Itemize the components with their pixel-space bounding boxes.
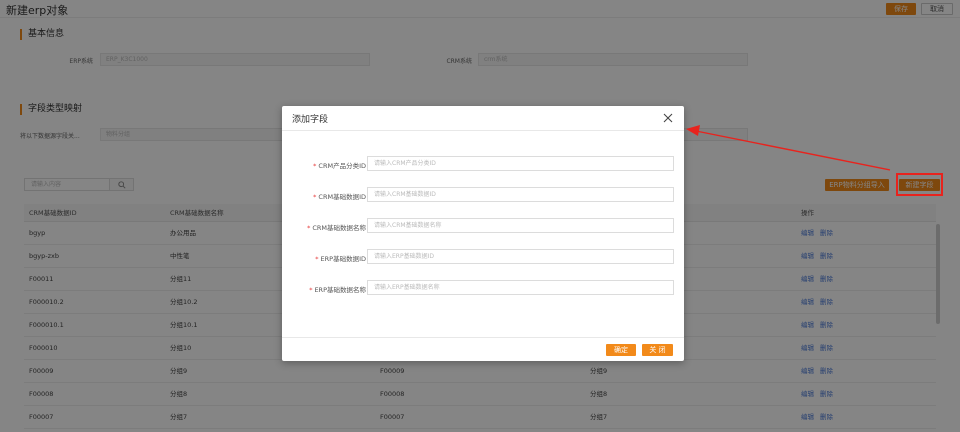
- annotation-arrow: [686, 125, 891, 171]
